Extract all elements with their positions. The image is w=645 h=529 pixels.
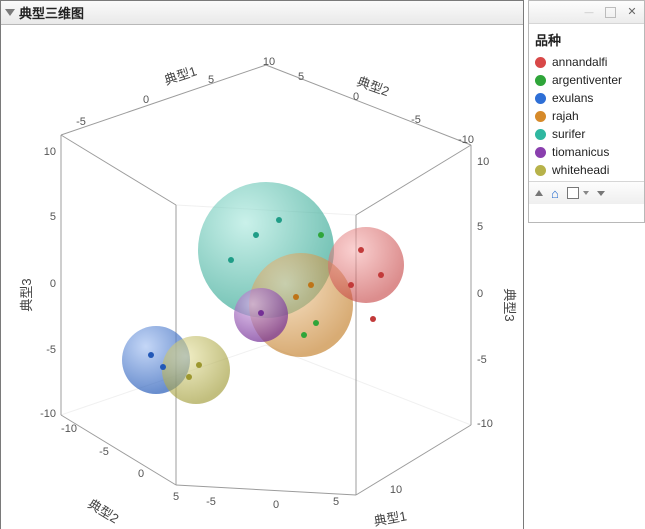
legend-swatch-icon <box>535 129 546 140</box>
axis1b-tick: 5 <box>333 496 339 508</box>
axis3r-tick: 10 <box>477 156 489 168</box>
legend-swatch-icon <box>535 147 546 158</box>
axis-label-c2-bottom: 典型2 <box>85 496 121 526</box>
legend-item-whiteheadi[interactable]: whiteheadi <box>535 161 638 179</box>
axis3r-tick: 5 <box>477 221 483 233</box>
legend-item-label: rajah <box>552 107 579 125</box>
axis3-tick: -5 <box>46 344 56 356</box>
legend-title: 品种 <box>535 30 638 49</box>
axis1b-tick: -5 <box>206 496 216 508</box>
legend-swatch-icon <box>535 165 546 176</box>
axis-label-c2-top: 典型2 <box>355 74 391 99</box>
legend-panel: 品种 annandalfiargentiventerexulansrajahsu… <box>528 0 645 223</box>
dropdown-icon[interactable] <box>583 191 589 195</box>
axis-label-c3-right: 典型3 <box>502 288 517 321</box>
legend-item-surifer[interactable]: surifer <box>535 125 638 143</box>
chart-title-bar[interactable]: 典型三维图 <box>1 1 523 25</box>
legend-window-controls <box>529 1 644 24</box>
legend-swatch-icon <box>535 57 546 68</box>
axis2-tick: 0 <box>353 91 359 103</box>
axis-label-c1-bottom: 典型1 <box>373 508 408 529</box>
axis1-tick: 5 <box>208 74 214 86</box>
disclosure-triangle-icon[interactable] <box>5 9 15 16</box>
toolbar-box-icon[interactable] <box>567 187 579 199</box>
legend-item-label: tiomanicus <box>552 143 609 161</box>
axis2b-tick: 0 <box>138 468 144 480</box>
maximize-icon[interactable] <box>605 7 616 18</box>
axis2-tick: 5 <box>298 71 304 83</box>
legend-item-rajah[interactable]: rajah <box>535 107 638 125</box>
chart-panel: 典型三维图 <box>0 0 524 529</box>
axis-label-c3-left: 典型3 <box>19 278 34 311</box>
toolbar-expand-icon[interactable] <box>535 190 543 196</box>
chart-title: 典型三维图 <box>19 3 84 22</box>
close-icon[interactable] <box>626 6 638 18</box>
legend-item-exulans[interactable]: exulans <box>535 89 638 107</box>
app-root: 典型三维图 <box>0 0 645 529</box>
axis-label-c1-top: 典型1 <box>162 63 198 88</box>
chart-3d-viewport[interactable]: -5 0 5 10 5 0 -5 -10 10 5 0 -5 <box>1 25 523 529</box>
axis2b-tick: -5 <box>99 446 109 458</box>
axis2-tick: -10 <box>458 134 474 146</box>
axis3-tick: -10 <box>40 408 56 420</box>
home-icon[interactable]: ⌂ <box>551 187 559 200</box>
axis1b-tick: 0 <box>273 499 279 511</box>
axis3-tick: 0 <box>50 278 56 290</box>
axis1-tick: -5 <box>76 116 86 128</box>
axis3r-tick: 0 <box>477 288 483 300</box>
axis1b-tick: 10 <box>390 484 402 496</box>
legend-item-label: argentiventer <box>552 71 622 89</box>
sphere-whiteheadi <box>162 336 230 404</box>
axis2-tick: -5 <box>411 114 421 126</box>
legend-swatch-icon <box>535 75 546 86</box>
axis2b-tick: 5 <box>173 491 179 503</box>
legend: 品种 annandalfiargentiventerexulansrajahsu… <box>529 24 644 181</box>
legend-item-label: exulans <box>552 89 593 107</box>
axis2b-tick: -10 <box>61 423 77 435</box>
axis1-tick: 0 <box>143 94 149 106</box>
minimize-icon[interactable] <box>583 6 595 18</box>
axis3r-tick: -5 <box>477 354 487 366</box>
axis3r-tick: -10 <box>477 418 493 430</box>
legend-item-label: whiteheadi <box>552 161 609 179</box>
legend-item-label: annandalfi <box>552 53 607 71</box>
legend-swatch-icon <box>535 111 546 122</box>
legend-item-label: surifer <box>552 125 585 143</box>
legend-item-argentiventer[interactable]: argentiventer <box>535 71 638 89</box>
menu-dropdown-icon[interactable] <box>597 191 605 196</box>
axis1-tick: 10 <box>263 56 275 68</box>
legend-toolbar: ⌂ <box>529 181 644 204</box>
legend-item-tiomanicus[interactable]: tiomanicus <box>535 143 638 161</box>
sphere-annandalfi <box>328 227 404 303</box>
axis3-tick: 5 <box>50 211 56 223</box>
legend-item-annandalfi[interactable]: annandalfi <box>535 53 638 71</box>
legend-swatch-icon <box>535 93 546 104</box>
axis3-tick: 10 <box>44 146 56 158</box>
